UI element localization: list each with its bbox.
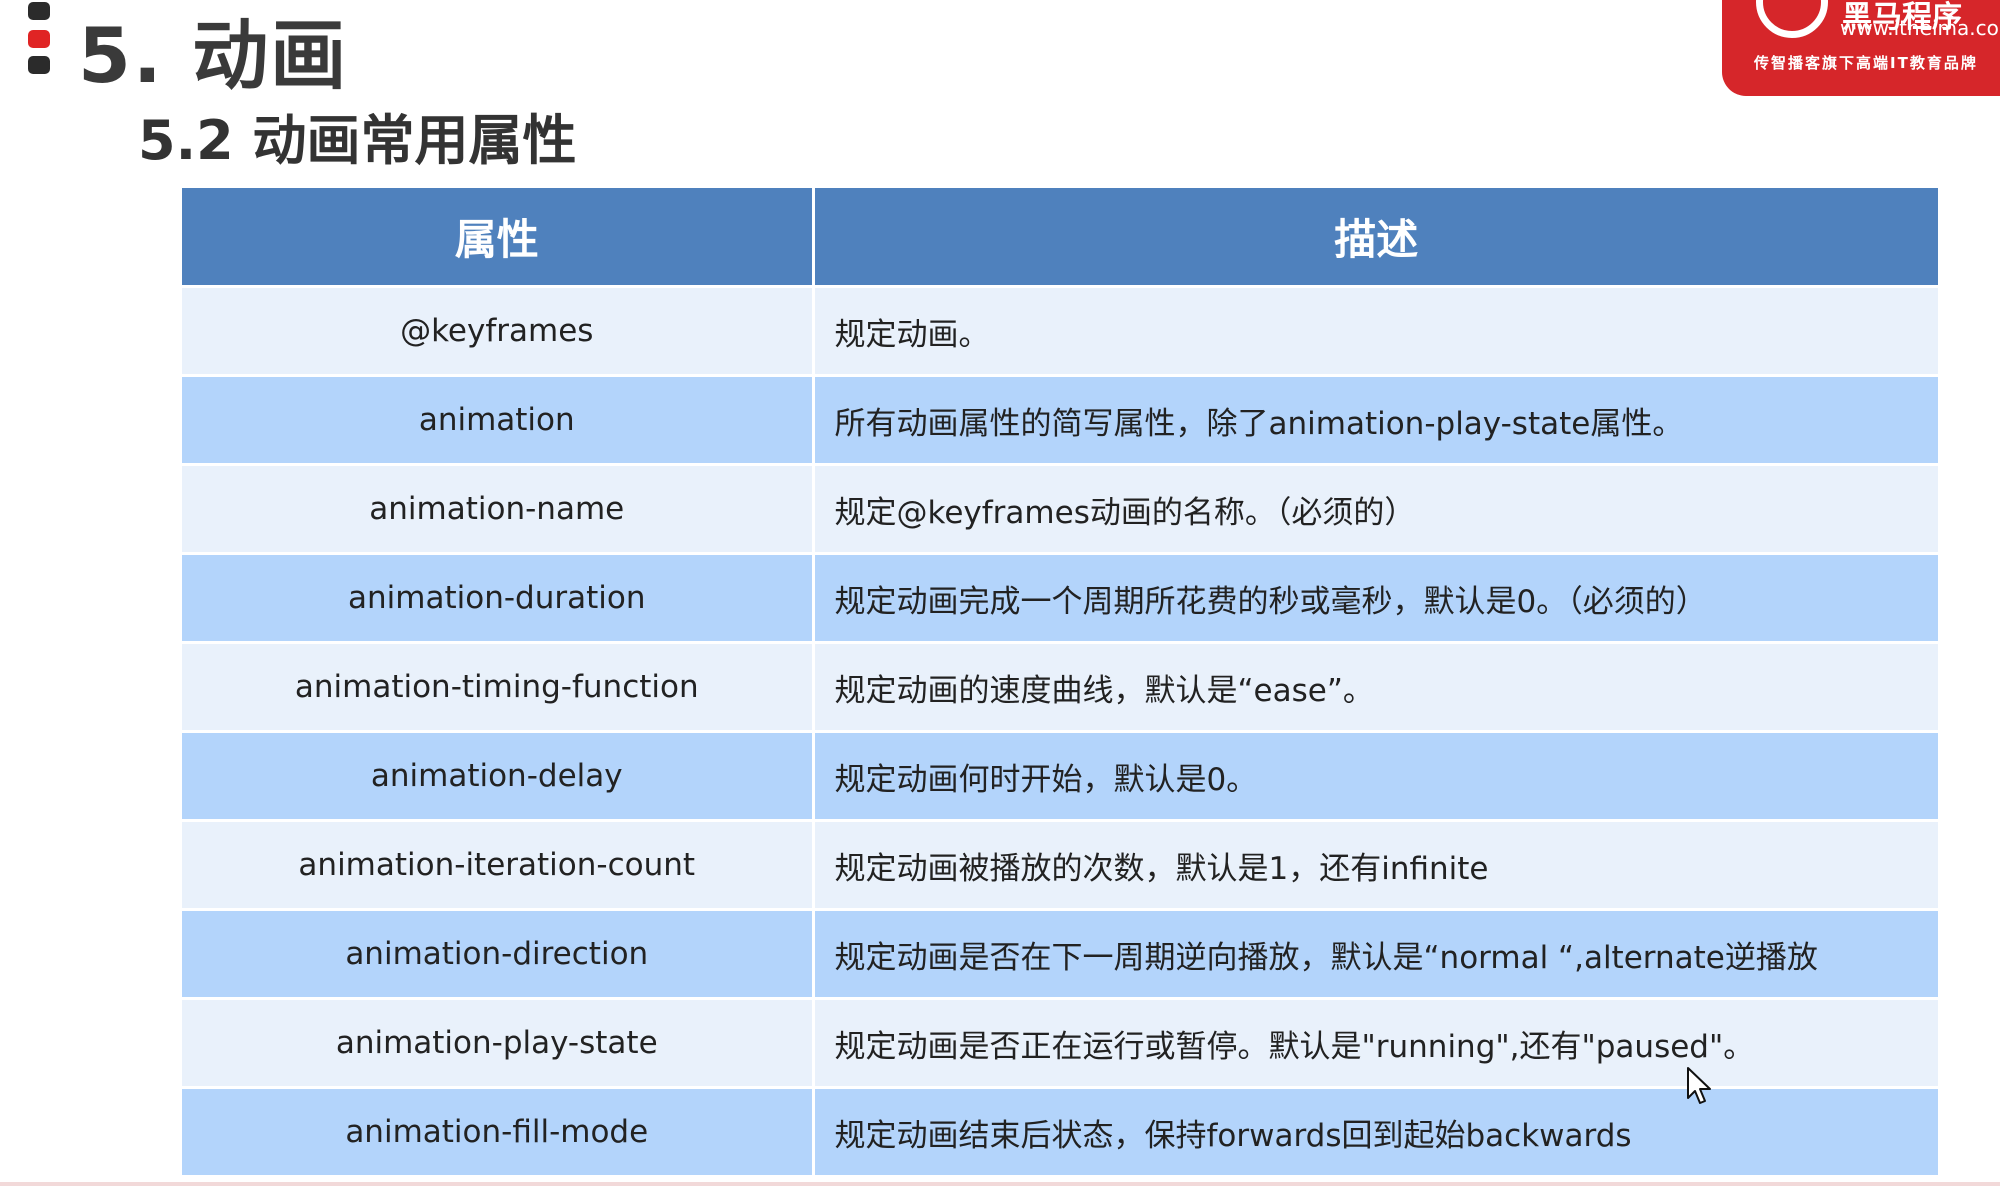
table-row: animation-duration 规定动画完成一个周期所花费的秒或毫秒，默认… bbox=[182, 553, 1938, 644]
description-cell: 规定动画是否正在运行或暂停。默认是"running",还有"paused"。 bbox=[813, 998, 1938, 1089]
table-row: animation-iteration-count 规定动画被播放的次数，默认是… bbox=[182, 820, 1938, 911]
brand-logo: 黑马程序 www.itheima.com 传智播客旗下高端IT教育品牌 bbox=[1722, 0, 2000, 96]
table-header-row: 属性 描述 bbox=[182, 188, 1938, 288]
description-cell: 规定动画结束后状态，保持forwards回到起始backwards bbox=[813, 1087, 1938, 1178]
property-cell: animation-timing-function bbox=[182, 642, 815, 733]
animation-properties-table: 属性 描述 @keyframes 规定动画。 animation 所有动画属性的… bbox=[182, 188, 1938, 1178]
bullet-dot-bottom bbox=[28, 56, 50, 74]
property-cell: animation bbox=[182, 375, 815, 466]
table-row: animation 所有动画属性的简写属性，除了animation-play-s… bbox=[182, 375, 1938, 466]
description-cell: 规定动画的速度曲线，默认是“ease”。 bbox=[813, 642, 1938, 733]
property-cell: @keyframes bbox=[182, 286, 815, 377]
header-description: 描述 bbox=[813, 188, 1938, 288]
mouse-cursor-icon bbox=[1687, 1067, 1711, 1104]
table-row: animation-name 规定@keyframes动画的名称。（必须的） bbox=[182, 464, 1938, 555]
logo-slogan: 传智播客旗下高端IT教育品牌 bbox=[1754, 54, 1978, 72]
table-row: animation-delay 规定动画何时开始，默认是0。 bbox=[182, 731, 1938, 822]
property-cell: animation-delay bbox=[182, 731, 815, 822]
bullet-dot-middle bbox=[28, 30, 50, 48]
table-row: @keyframes 规定动画。 bbox=[182, 286, 1938, 377]
table-row: animation-play-state 规定动画是否正在运行或暂停。默认是"r… bbox=[182, 998, 1938, 1089]
property-cell: animation-fill-mode bbox=[182, 1087, 815, 1178]
logo-url: www.itheima.com bbox=[1840, 16, 2000, 40]
subsection-title: 5.2 动画常用属性 bbox=[138, 109, 577, 172]
description-cell: 规定动画被播放的次数，默认是1，还有infinite bbox=[813, 820, 1938, 911]
header-property: 属性 bbox=[182, 188, 815, 288]
table-row: animation-fill-mode 规定动画结束后状态，保持forwards… bbox=[182, 1087, 1938, 1178]
description-cell: 规定动画何时开始，默认是0。 bbox=[813, 731, 1938, 822]
description-cell: 规定动画完成一个周期所花费的秒或毫秒，默认是0。（必须的） bbox=[813, 553, 1938, 644]
description-cell: 规定动画。 bbox=[813, 286, 1938, 377]
property-cell: animation-name bbox=[182, 464, 815, 555]
description-cell: 规定@keyframes动画的名称。（必须的） bbox=[813, 464, 1938, 555]
section-title: 5. 动画 bbox=[78, 11, 349, 100]
description-cell: 所有动画属性的简写属性，除了animation-play-state属性。 bbox=[813, 375, 1938, 466]
table-row: animation-direction 规定动画是否在下一周期逆向播放，默认是“… bbox=[182, 909, 1938, 1000]
property-cell: animation-iteration-count bbox=[182, 820, 815, 911]
property-cell: animation-play-state bbox=[182, 998, 815, 1089]
description-cell: 规定动画是否在下一周期逆向播放，默认是“normal “,alternate逆播… bbox=[813, 909, 1938, 1000]
property-cell: animation-duration bbox=[182, 553, 815, 644]
bottom-divider bbox=[0, 1182, 2000, 1186]
logo-circle-icon bbox=[1756, 0, 1828, 38]
property-cell: animation-direction bbox=[182, 909, 815, 1000]
table-row: animation-timing-function 规定动画的速度曲线，默认是“… bbox=[182, 642, 1938, 733]
title-bullet-dots bbox=[28, 0, 50, 80]
bullet-dot-top bbox=[28, 2, 50, 20]
